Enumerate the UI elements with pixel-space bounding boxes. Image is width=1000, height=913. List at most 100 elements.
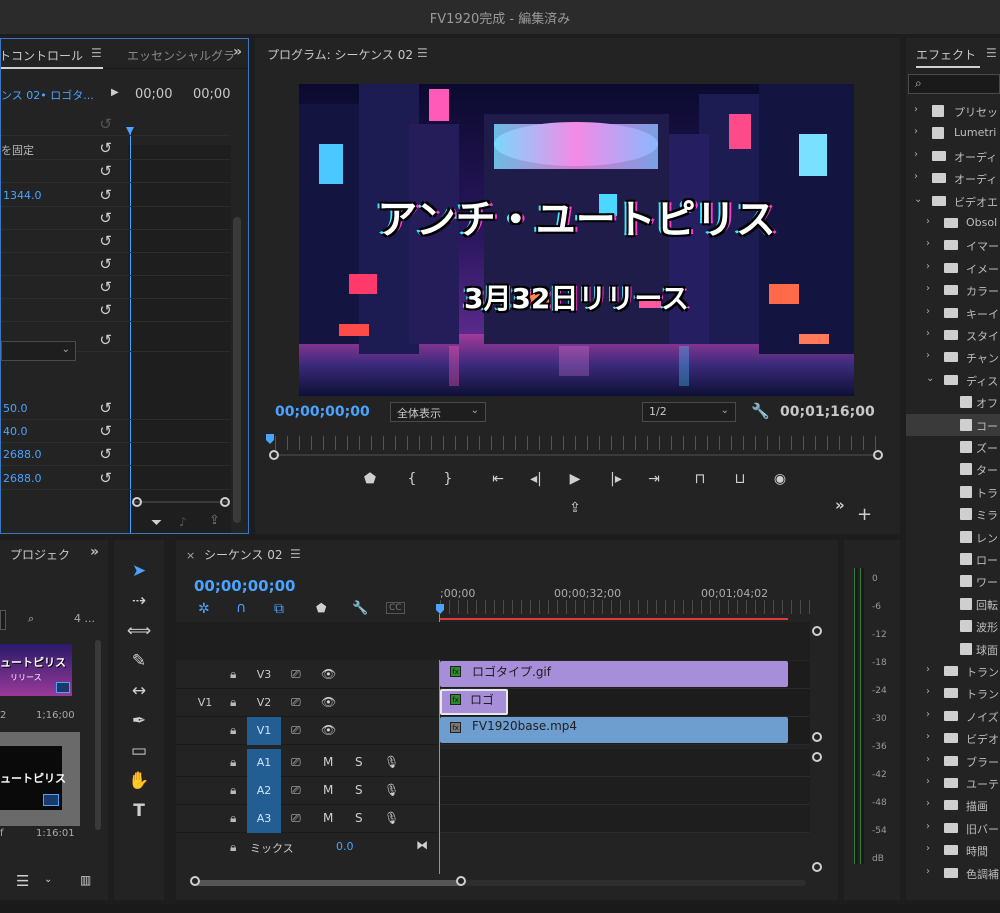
track-target-v3[interactable]: V3 <box>247 661 281 689</box>
track-select-tool-icon[interactable]: ⇢ <box>124 588 154 614</box>
effects-item[interactable]: › ユーテ <box>906 772 1000 794</box>
ripple-edit-tool-icon[interactable]: ⟺ <box>124 618 154 644</box>
clip-fv1920base[interactable]: fx FV1920base.mp4 <box>440 717 788 743</box>
voice-over-mic-icon[interactable]: 🎙︎ <box>384 755 399 769</box>
timeline-menu-icon[interactable]: ☰ <box>290 547 301 561</box>
type-tool-icon[interactable]: T <box>124 798 154 824</box>
effects-item[interactable]: ワー <box>906 570 1000 592</box>
reset-parameter-icon[interactable]: ↺ <box>99 331 112 349</box>
nest-icon[interactable]: ✲ <box>198 601 210 617</box>
filter-icon[interactable]: ⏷ <box>151 515 162 531</box>
effects-search-input[interactable]: ⌕ <box>908 74 1000 94</box>
mute-button[interactable]: M <box>323 755 333 769</box>
ec-property-value[interactable]: 50.0 <box>3 402 28 415</box>
effects-item[interactable]: › ノイズ <box>906 705 1000 727</box>
chevron-right-icon[interactable]: › <box>926 283 930 294</box>
go-to-out-icon[interactable]: ⇥ <box>643 471 665 487</box>
captions-icon[interactable]: CC <box>386 602 405 614</box>
video-vscroll[interactable] <box>812 626 822 742</box>
more-controls-icon[interactable]: » <box>835 496 845 514</box>
reset-parameter-icon[interactable]: ↺ <box>99 232 112 250</box>
track-target-v1[interactable]: V1 <box>247 717 281 745</box>
mark-out-icon[interactable]: } <box>437 471 459 487</box>
chevron-right-icon[interactable]: › <box>926 866 930 877</box>
chevron-right-icon[interactable]: › <box>926 843 930 854</box>
mark-in-icon[interactable]: { <box>401 471 423 487</box>
project-thumb-2-frame[interactable]: ュートピリス <box>0 732 80 826</box>
clip-selector[interactable]: ンス 02• ロゴタ... <box>1 87 109 103</box>
linked-selection-icon[interactable]: ⧉ <box>274 601 284 617</box>
project-scrollbar[interactable] <box>95 640 101 830</box>
project-search-input[interactable] <box>0 610 6 630</box>
voice-over-mic-icon[interactable]: 🎙︎ <box>384 783 399 797</box>
chevron-right-icon[interactable]: › <box>926 731 930 742</box>
chevron-right-icon[interactable]: › <box>914 171 918 182</box>
effects-item[interactable]: 波形 <box>906 615 1000 637</box>
zoom-level-select[interactable]: 全体表示 ⌄ <box>390 402 486 422</box>
hand-tool-icon[interactable]: ✋ <box>124 768 154 794</box>
settings-wrench-icon[interactable]: 🔧 <box>751 402 770 420</box>
reset-parameter-icon[interactable]: ↺ <box>99 301 112 319</box>
solo-button[interactable]: S <box>355 783 363 797</box>
sync-lock-icon[interactable]: ⎚ <box>291 811 301 826</box>
effects-item[interactable]: › オーディ <box>906 145 1000 167</box>
sync-lock-icon[interactable]: ⎚ <box>291 723 301 738</box>
button-editor-icon[interactable]: + <box>857 504 872 525</box>
track-lane[interactable] <box>440 749 810 777</box>
sync-lock-icon[interactable]: ⎚ <box>291 755 301 770</box>
step-forward-icon[interactable]: |▸ <box>605 471 627 487</box>
chevron-right-icon[interactable]: › <box>914 149 918 160</box>
automate-icon[interactable]: ▥ <box>80 873 91 887</box>
timeline-timecode[interactable]: 00;00;00;00 <box>194 577 296 595</box>
razor-tool-icon[interactable]: ✎ <box>124 648 154 674</box>
effects-item[interactable]: ⌄ ディス <box>906 369 1000 391</box>
program-zoom-bar[interactable] <box>275 454 877 456</box>
find-icon[interactable]: ⌕ <box>28 612 34 626</box>
clip-logotype-gif[interactable]: fx ロゴタイプ.gif <box>440 661 788 687</box>
chevron-right-icon[interactable]: › <box>926 664 930 675</box>
reset-parameter-icon[interactable]: ↺ <box>99 399 112 417</box>
step-back-icon[interactable]: ◂| <box>525 471 547 487</box>
effects-menu-icon[interactable]: ☰ <box>986 46 997 60</box>
sync-lock-icon[interactable]: ⎚ <box>291 667 301 682</box>
program-menu-icon[interactable]: ☰ <box>417 46 428 60</box>
play-audio-icon[interactable]: ▶ <box>111 87 119 98</box>
chevron-down-icon[interactable]: ⌄ <box>914 194 922 205</box>
reset-parameter-icon[interactable]: ↺ <box>99 255 112 273</box>
timeline-hscroll-thumb[interactable] <box>194 880 464 886</box>
ec-property-value[interactable]: 2688.0 <box>3 472 42 485</box>
video-preview[interactable]: アンチ・ユートピリス 3月32日リリース <box>299 84 854 396</box>
resolution-select[interactable]: 1/2 ⌄ <box>642 402 736 422</box>
source-patch[interactable]: V1 <box>188 689 222 717</box>
reset-parameter-icon[interactable]: ↺ <box>99 445 112 463</box>
project-more-icon[interactable]: » <box>90 544 99 560</box>
program-playhead[interactable] <box>266 434 274 444</box>
sort-dropdown-icon[interactable]: ⌄ <box>44 874 52 885</box>
effects-item[interactable]: ロー <box>906 548 1000 570</box>
toggle-output-eye-icon[interactable]: 👁︎ <box>321 695 336 709</box>
chevron-right-icon[interactable]: › <box>926 686 930 697</box>
voice-over-mic-icon[interactable]: 🎙︎ <box>384 811 399 825</box>
lift-icon[interactable]: ⊓ <box>689 471 711 487</box>
ec-scrollbar[interactable] <box>233 217 241 523</box>
chevron-right-icon[interactable]: › <box>926 776 930 787</box>
lock-icon[interactable]: 🔒︎ <box>230 667 236 682</box>
reset-parameter-icon[interactable]: ↺ <box>99 162 112 180</box>
extract-icon[interactable]: ⊔ <box>729 471 751 487</box>
chevron-right-icon[interactable]: › <box>926 798 930 809</box>
add-marker-icon[interactable]: ⬟ <box>359 471 381 487</box>
ec-zoom-handle-right[interactable] <box>220 497 230 507</box>
timeline-ruler[interactable] <box>440 600 810 614</box>
lock-icon[interactable]: 🔒︎ <box>230 723 236 738</box>
effects-item[interactable]: ミラ <box>906 503 1000 525</box>
effects-item[interactable]: › スタイ <box>906 324 1000 346</box>
track-target-a3[interactable]: A3 <box>247 805 281 833</box>
effects-item[interactable]: › Obsol <box>906 212 1000 234</box>
ec-zoom-handle-left[interactable] <box>132 497 142 507</box>
go-to-in-icon[interactable]: ⇤ <box>487 471 509 487</box>
effects-item[interactable]: ズー <box>906 436 1000 458</box>
effects-item[interactable]: › 色調補 <box>906 862 1000 884</box>
lock-icon[interactable]: 🔒︎ <box>230 755 236 770</box>
program-zoom-left[interactable] <box>269 450 279 460</box>
tab-project[interactable]: プロジェク <box>10 546 70 563</box>
